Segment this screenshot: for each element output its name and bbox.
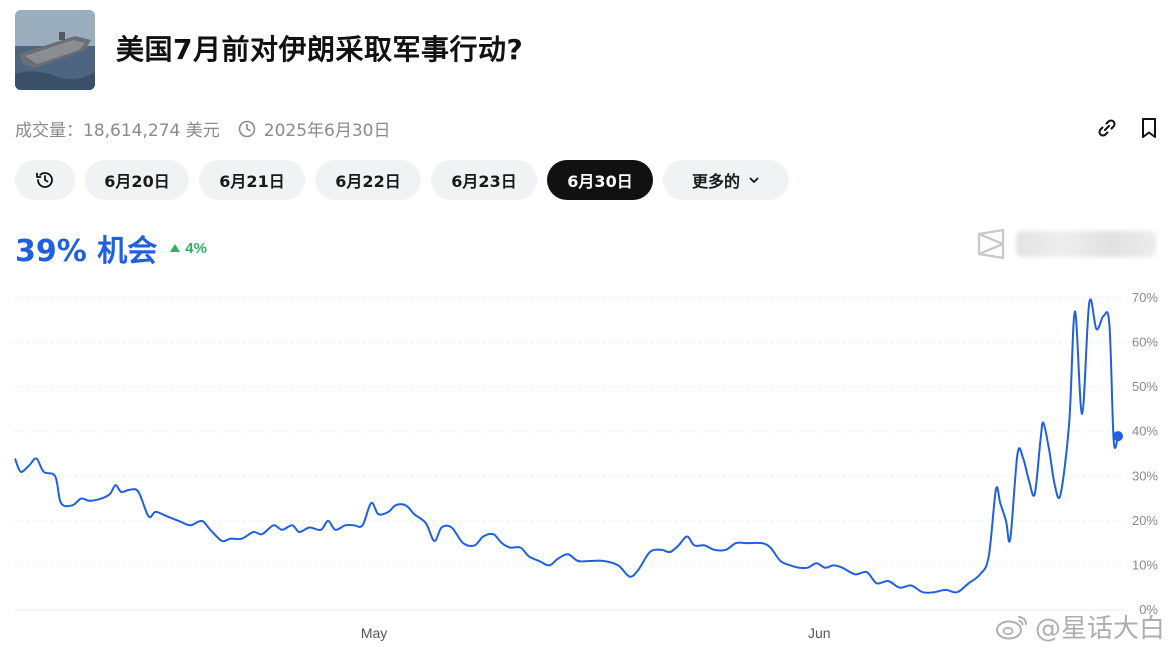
chance-summary: 39% 机会 4% bbox=[15, 226, 207, 270]
aircraft-carrier-image bbox=[15, 10, 95, 90]
triangle-up-icon bbox=[170, 244, 181, 252]
bookmark-icon[interactable] bbox=[1137, 116, 1161, 140]
weibo-icon bbox=[995, 615, 1027, 639]
history-tab[interactable] bbox=[15, 160, 75, 200]
end-date-text: 2025年6月30日 bbox=[263, 121, 391, 141]
link-icon[interactable] bbox=[1095, 116, 1119, 140]
more-dates-label: 更多的 bbox=[691, 172, 740, 191]
volume-text: 成交量：18,614,274 美元 bbox=[15, 121, 220, 141]
latest-point bbox=[1113, 431, 1123, 442]
x-tick-label: Jun bbox=[808, 625, 831, 641]
y-tick-label: 20% bbox=[1132, 513, 1158, 528]
y-axis-ticks: 0%10%20%30%40%50%60%70% bbox=[1132, 290, 1158, 617]
chance-change: 4% bbox=[169, 240, 207, 257]
chart-grid bbox=[15, 297, 1125, 611]
market-thumbnail bbox=[15, 10, 95, 90]
series-line bbox=[14, 298, 1119, 594]
history-icon bbox=[36, 172, 53, 188]
y-tick-label: 30% bbox=[1132, 468, 1158, 483]
x-tick-label: May bbox=[361, 625, 387, 641]
chance-change-value: 4% bbox=[185, 239, 207, 257]
brand-logo bbox=[976, 228, 1156, 260]
date-tabs: 6月20日 6月21日 6月22日 6月23日 6月30日 更多的 bbox=[15, 160, 789, 200]
y-tick-label: 40% bbox=[1132, 424, 1158, 439]
polymarket-logo-icon bbox=[977, 228, 1005, 260]
more-dates-dropdown[interactable]: 更多的 bbox=[663, 160, 789, 200]
y-tick-label: 70% bbox=[1132, 290, 1158, 305]
probability-chart: 0%10%20%30%40%50%60%70% May Jun bbox=[14, 290, 1158, 641]
blurred-brand-name bbox=[1016, 231, 1156, 257]
y-tick-label: 60% bbox=[1132, 335, 1158, 350]
series-layer bbox=[14, 298, 1123, 594]
clock-icon bbox=[238, 120, 256, 138]
chance-value: 39% 机会 bbox=[15, 234, 158, 269]
y-tick-label: 10% bbox=[1132, 557, 1158, 572]
watermark: @星话大白 bbox=[995, 608, 1165, 645]
market-title: 美国7月前对伊朗采取军事行动? bbox=[116, 33, 524, 66]
tab-june-20[interactable]: 6月20日 bbox=[85, 160, 189, 200]
tab-june-21[interactable]: 6月21日 bbox=[199, 160, 305, 200]
tab-june-30[interactable]: 6月30日 bbox=[547, 160, 653, 200]
tab-june-22[interactable]: 6月22日 bbox=[315, 160, 421, 200]
header-actions bbox=[1095, 116, 1161, 140]
watermark-text: @星话大白 bbox=[1034, 614, 1165, 644]
chevron-down-icon bbox=[748, 174, 760, 186]
y-tick-label: 50% bbox=[1132, 379, 1158, 394]
tab-june-23[interactable]: 6月23日 bbox=[431, 160, 537, 200]
market-meta: 成交量：18,614,274 美元 2025年6月30日 bbox=[15, 116, 390, 141]
x-axis-ticks: May Jun bbox=[361, 625, 831, 641]
